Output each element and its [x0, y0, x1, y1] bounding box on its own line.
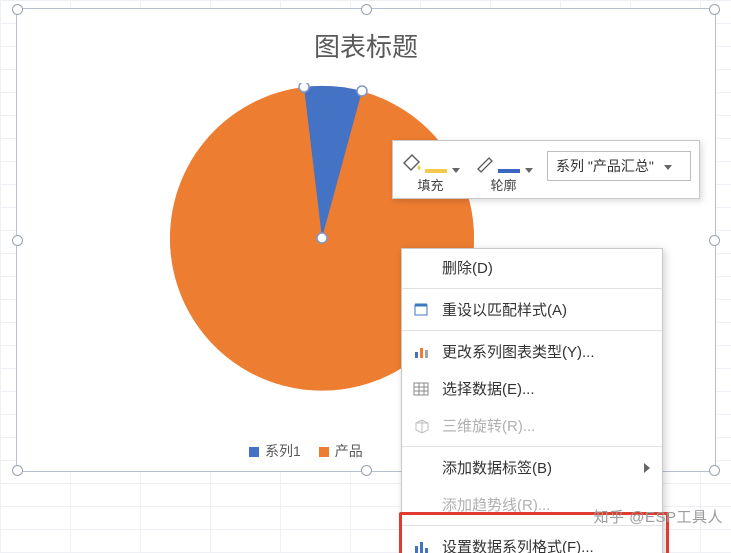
app-viewport: 图表标题 系列1 产品: [0, 0, 731, 553]
menu-select-data[interactable]: 选择数据(E)...: [402, 370, 662, 407]
resize-handle[interactable]: [12, 235, 23, 246]
legend-item[interactable]: 产品: [319, 441, 363, 461]
format-series-icon: [412, 538, 432, 553]
blank-icon: [412, 459, 432, 477]
resize-handle[interactable]: [361, 4, 372, 15]
menu-label: 更改系列图表类型(Y)...: [442, 341, 595, 362]
mini-toolbar: 填充 轮廓 系列 "产品汇总": [392, 140, 700, 199]
menu-format-data-series[interactable]: 设置数据系列格式(F)...: [402, 528, 662, 553]
menu-separator: [402, 446, 662, 447]
legend-swatch-icon: [249, 447, 259, 457]
menu-label: 设置数据系列格式(F)...: [442, 536, 594, 553]
outline-button[interactable]: 轮廓: [474, 147, 533, 194]
select-data-icon: [412, 380, 432, 398]
menu-3d-rotation: 三维旋转(R)...: [402, 407, 662, 444]
legend-item[interactable]: 系列1: [249, 441, 301, 461]
menu-label: 删除(D): [442, 257, 493, 278]
blank-icon: [412, 496, 432, 514]
paint-bucket-icon: [401, 147, 460, 173]
blank-icon: [412, 259, 432, 277]
fill-label: 填充: [417, 175, 443, 194]
chart-legend[interactable]: 系列1 产品: [249, 441, 363, 461]
menu-delete[interactable]: 删除(D): [402, 249, 662, 286]
chart-type-icon: [412, 343, 432, 361]
menu-add-data-labels[interactable]: 添加数据标签(B): [402, 449, 662, 486]
menu-change-chart-type[interactable]: 更改系列图表类型(Y)...: [402, 333, 662, 370]
menu-label: 添加数据标签(B): [442, 457, 552, 478]
menu-reset-style[interactable]: 重设以匹配样式(A): [402, 291, 662, 328]
series-selector-label: 系列 "产品汇总": [556, 158, 654, 174]
menu-label: 选择数据(E)...: [442, 378, 535, 399]
legend-label: 产品: [335, 443, 363, 459]
reset-style-icon: [412, 301, 432, 319]
pen-icon: [474, 147, 533, 173]
watermark-text: 知乎 @ESP工具人: [594, 506, 723, 527]
legend-label: 系列1: [265, 443, 301, 459]
chevron-down-icon: [525, 168, 533, 173]
resize-handle[interactable]: [709, 235, 720, 246]
resize-handle[interactable]: [12, 465, 23, 476]
menu-separator: [402, 330, 662, 331]
series-selector[interactable]: 系列 "产品汇总": [547, 151, 691, 181]
outline-label: 轮廓: [490, 175, 516, 194]
menu-label: 添加趋势线(R)...: [442, 494, 550, 515]
fill-button[interactable]: 填充: [401, 147, 460, 194]
menu-label: 重设以匹配样式(A): [442, 299, 567, 320]
chevron-down-icon: [664, 165, 672, 170]
resize-handle[interactable]: [361, 465, 372, 476]
resize-handle[interactable]: [709, 4, 720, 15]
submenu-arrow-icon: [644, 463, 650, 473]
menu-separator: [402, 288, 662, 289]
legend-swatch-icon: [319, 447, 329, 457]
chart-title[interactable]: 图表标题: [17, 27, 715, 64]
resize-handle[interactable]: [12, 4, 23, 15]
chevron-down-icon: [452, 168, 460, 173]
menu-label: 三维旋转(R)...: [442, 415, 535, 436]
cube-icon: [412, 417, 432, 435]
resize-handle[interactable]: [709, 465, 720, 476]
